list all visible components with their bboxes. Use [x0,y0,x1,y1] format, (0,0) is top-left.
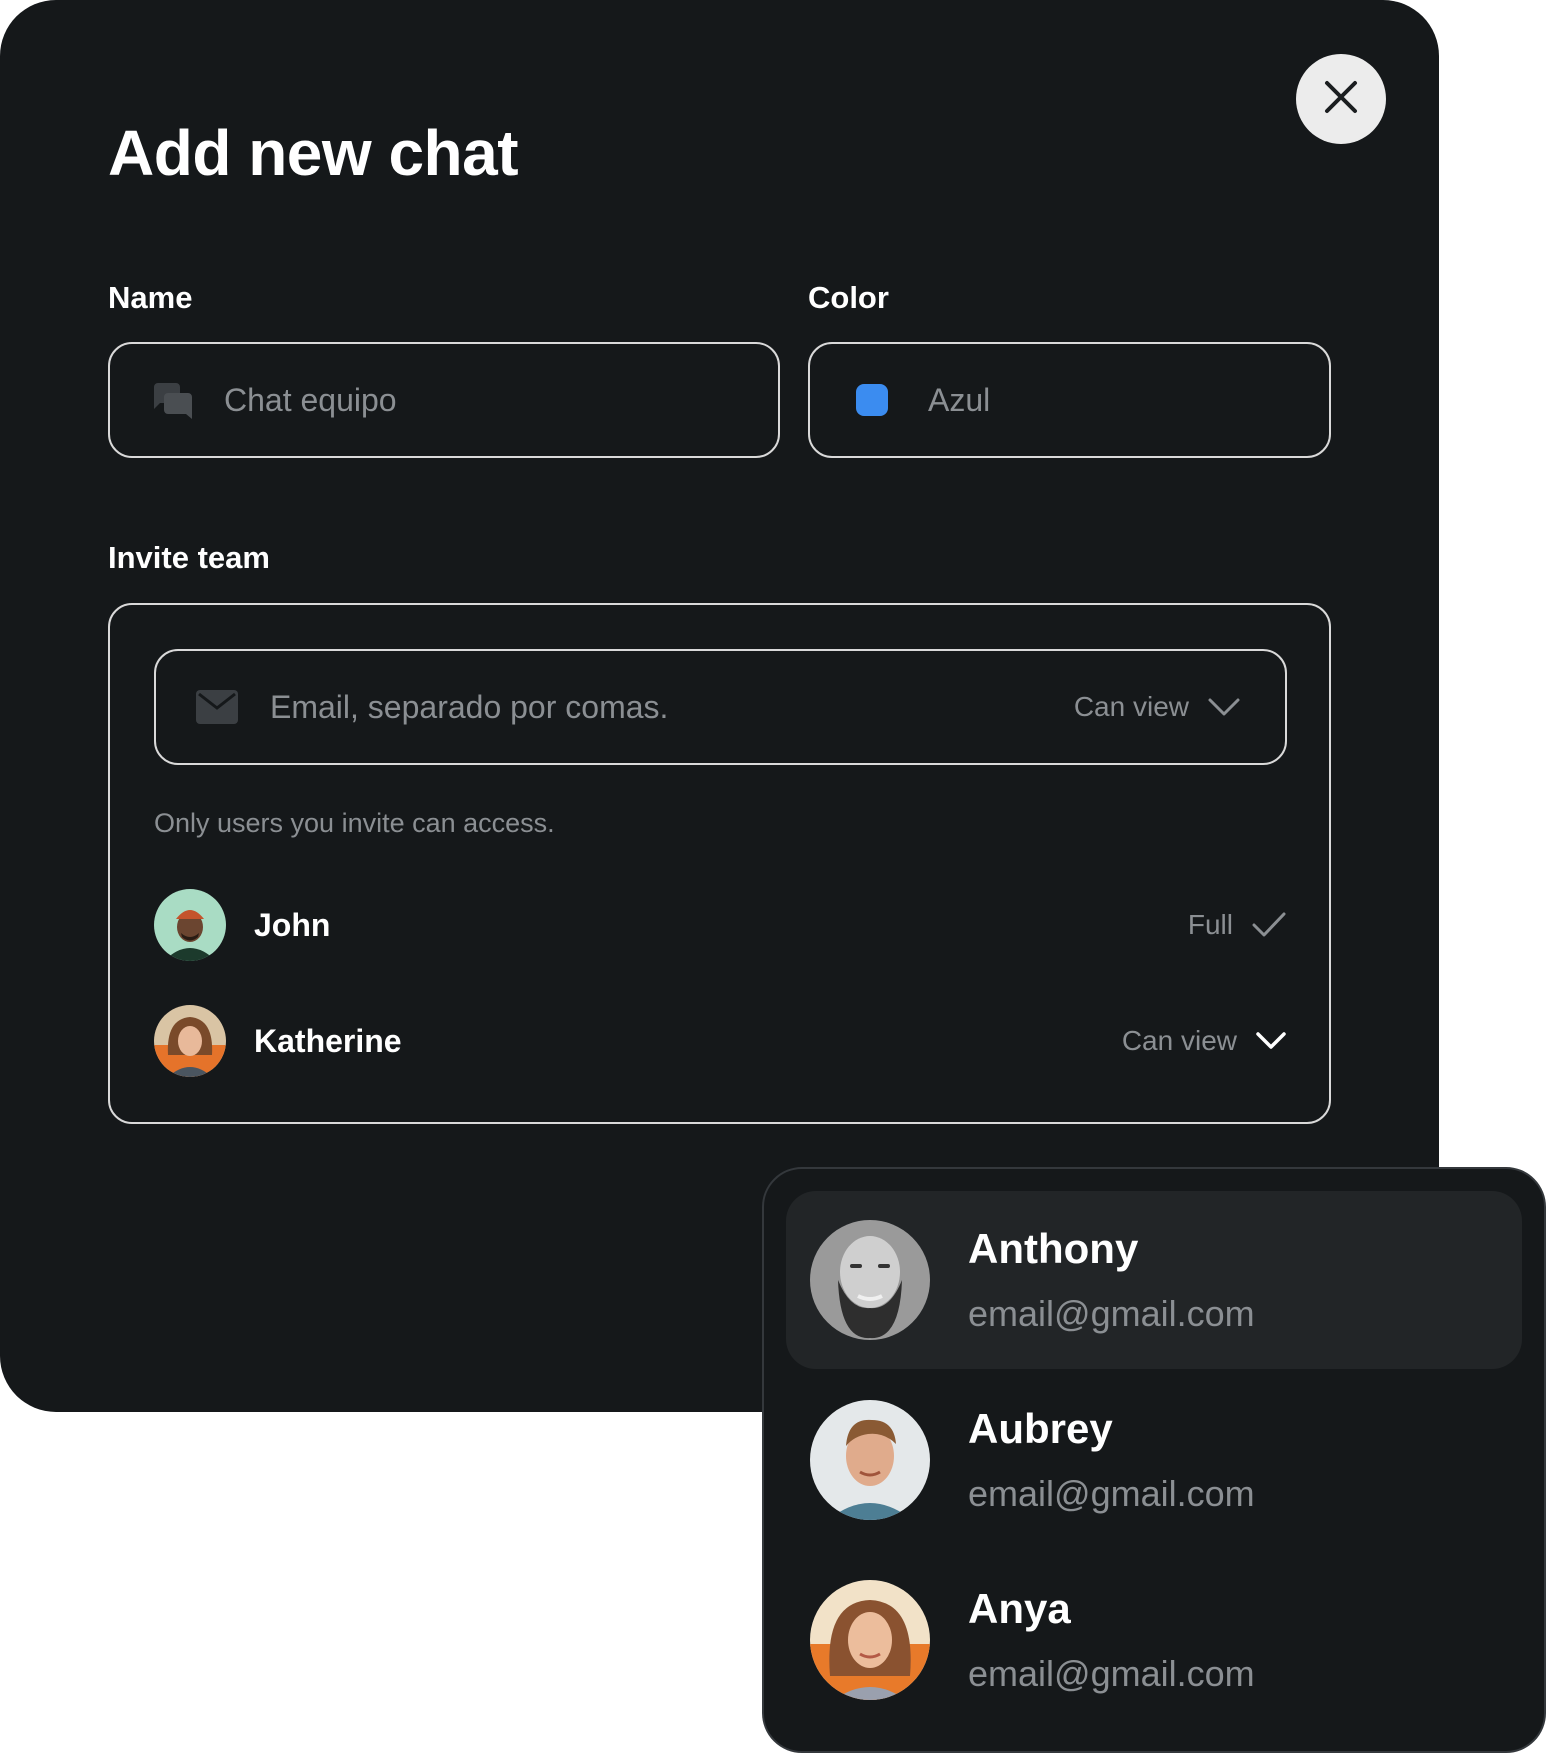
color-label: Color [808,280,889,315]
close-icon [1323,79,1359,120]
avatar-aubrey [810,1400,930,1520]
option-name: Anthony [968,1225,1139,1272]
name-label: Name [108,280,193,315]
name-field[interactable]: Chat equipo [108,342,780,458]
member-permission-label: Can view [1121,1025,1237,1056]
member-name: John [254,906,331,943]
option-email: email@gmail.com [968,1473,1255,1514]
avatar-john [154,889,226,961]
user-option-anya[interactable]: Anya email@gmail.com [786,1551,1522,1729]
email-permission-label: Can view [1073,691,1189,722]
member-permission-katherine[interactable]: Can view [1122,1025,1287,1057]
option-name: Anya [968,1585,1071,1632]
email-placeholder: Email, separado por comas. [270,688,669,725]
invite-team-box: Email, separado por comas. Can view Only… [108,603,1331,1124]
member-permission-john[interactable]: Full [1188,909,1287,941]
chat-bubbles-icon [150,379,194,421]
member-row-katherine: Katherine Can view [154,1005,1287,1077]
user-option-anthony[interactable]: Anthony email@gmail.com [786,1191,1522,1369]
member-row-john: John Full [154,889,1287,961]
option-email: email@gmail.com [968,1293,1255,1334]
option-email: email@gmail.com [968,1653,1255,1694]
user-suggestions-dropdown: Anthony email@gmail.com Aubrey email@gma… [762,1167,1546,1753]
color-field[interactable]: Azul [808,342,1331,458]
check-icon [1251,911,1287,939]
avatar-anya [810,1580,930,1700]
avatar-anthony [810,1220,930,1340]
chevron-down-icon [1255,1031,1287,1051]
invite-team-label: Invite team [108,540,270,575]
access-hint: Only users you invite can access. [154,808,555,838]
avatar-katherine [154,1005,226,1077]
close-button[interactable] [1296,54,1386,144]
email-permission-select[interactable]: Can view [1074,691,1241,723]
color-field-value: Azul [928,381,991,418]
member-name: Katherine [254,1022,402,1059]
name-field-value: Chat equipo [224,381,397,418]
color-swatch [856,384,888,416]
user-option-aubrey[interactable]: Aubrey email@gmail.com [786,1371,1522,1549]
mail-icon [196,690,238,724]
modal-title: Add new chat [108,117,519,189]
option-name: Aubrey [968,1405,1113,1452]
chevron-down-icon [1207,697,1241,717]
member-permission-label: Full [1187,909,1233,940]
email-input[interactable]: Email, separado por comas. Can view [154,649,1287,765]
